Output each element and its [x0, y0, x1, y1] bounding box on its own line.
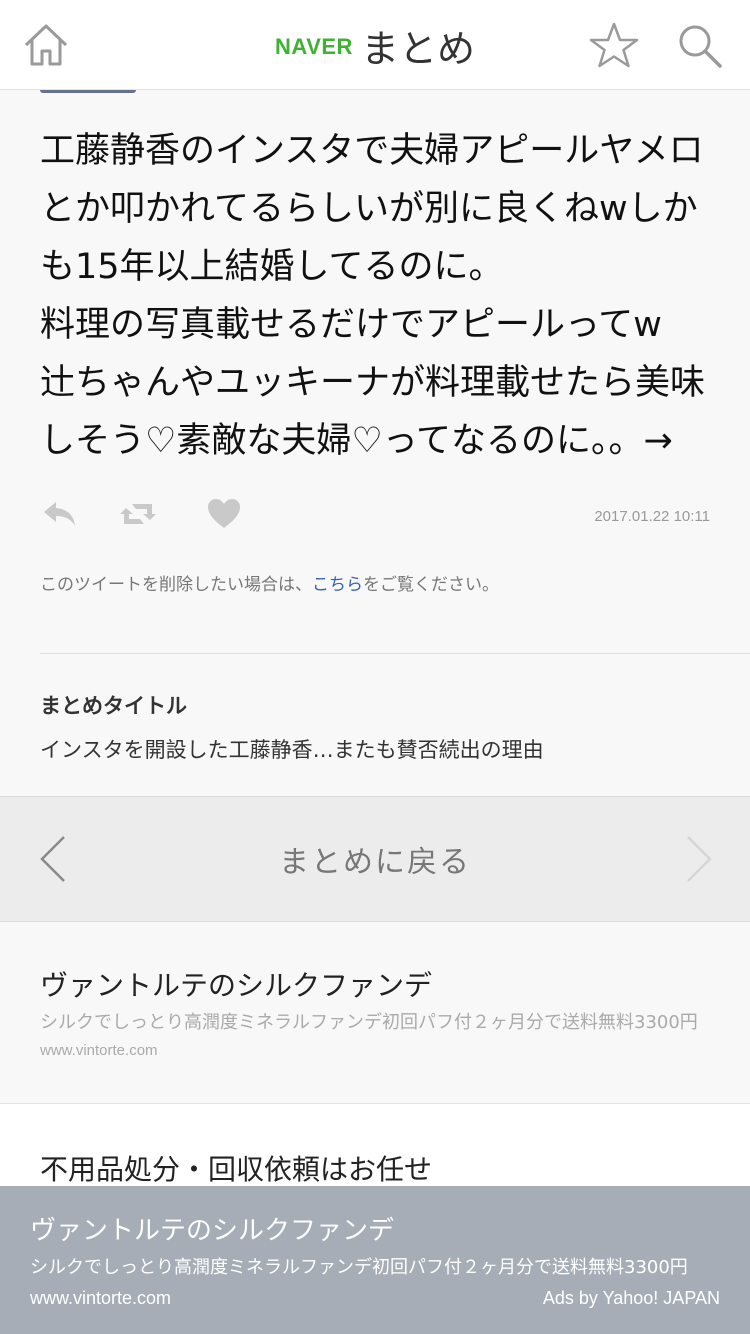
tweet-text: 工藤静香のインスタで夫婦アピールヤメロ とか叩かれてるらしいが別に良くねwしか …: [40, 122, 720, 470]
overlay-ad-banner[interactable]: ヴァントルテのシルクファンデ シルクでしっとり高潤度ミネラルファンデ初回パフ付２…: [0, 1186, 750, 1334]
tweet-line: も15年以上結婚してるのに。: [40, 247, 504, 287]
back-to-matome-button[interactable]: まとめに戻る: [0, 797, 750, 921]
overlay-ad-description: シルクでしっとり高潤度ミネラルファンデ初回パフ付２ヶ月分で送料無料3300円: [30, 1257, 688, 1278]
retweet-icon[interactable]: [118, 494, 158, 534]
overlay-ad-url: www.vintorte.com: [30, 1288, 172, 1308]
brand-matome: まとめ: [360, 26, 475, 71]
reply-icon[interactable]: [40, 494, 80, 534]
brand-naver: NAVER: [275, 34, 353, 59]
matome-title-link[interactable]: インスタを開設した工藤静香…またも賛否続出の理由: [40, 734, 544, 764]
overlay-ad-credit: Ads by Yahoo! JAPAN: [542, 1288, 720, 1308]
tweet-line: しそう♡素敵な夫婦♡ってなるのに。。→: [40, 421, 673, 461]
overlay-ad-title[interactable]: ヴァントルテのシルクファンデ: [30, 1210, 394, 1247]
avatar: [40, 90, 136, 93]
chevron-right-icon: [680, 833, 720, 885]
tweet-line: 料理の写真載せるだけでアピールってw: [40, 305, 662, 345]
search-icon[interactable]: [672, 18, 728, 74]
tweet-line: とか叩かれてるらしいが別に良くねwしか: [40, 189, 698, 229]
ad-item[interactable]: ヴァントルテのシルクファンデ シルクでしっとり高潤度ミネラルファンデ初回パフ付２…: [0, 922, 750, 1104]
delete-note-suffix: をご覧ください。: [363, 575, 499, 595]
ad-title[interactable]: ヴァントルテのシルクファンデ: [40, 964, 432, 1004]
tweet-timestamp: 2017.01.22 10:11: [594, 508, 710, 525]
back-to-matome-bar: まとめに戻る: [0, 796, 750, 922]
star-icon[interactable]: [586, 18, 642, 74]
ad-url: www.vintorte.com: [40, 1042, 158, 1059]
ad-item[interactable]: 不用品処分・回収依頼はお任せ: [0, 1104, 750, 1194]
delete-note-link[interactable]: こちら: [312, 575, 363, 595]
matome-title-label: まとめタイトル: [40, 694, 187, 718]
ad-title[interactable]: 不用品処分・回収依頼はお任せ: [40, 1148, 432, 1188]
divider: [40, 653, 750, 654]
top-navbar: NAVER まとめ: [0, 0, 750, 90]
ad-description: シルクでしっとり高潤度ミネラルファンデ初回パフ付２ヶ月分で送料無料3300円: [40, 1012, 698, 1033]
tweet-line: 辻ちゃんやユッキーナが料理載せたら美味: [40, 363, 706, 403]
tweet-card: 工藤静香のインスタで夫婦アピールヤメロ とか叩かれてるらしいが別に良くねwしか …: [0, 90, 750, 796]
delete-note-prefix: このツイートを削除したい場合は、: [40, 575, 312, 595]
tweet-line: 工藤静香のインスタで夫婦アピールヤメロ: [40, 131, 704, 171]
like-icon[interactable]: [204, 494, 244, 534]
delete-note: このツイートを削除したい場合は、こちらをご覧ください。: [40, 570, 499, 595]
